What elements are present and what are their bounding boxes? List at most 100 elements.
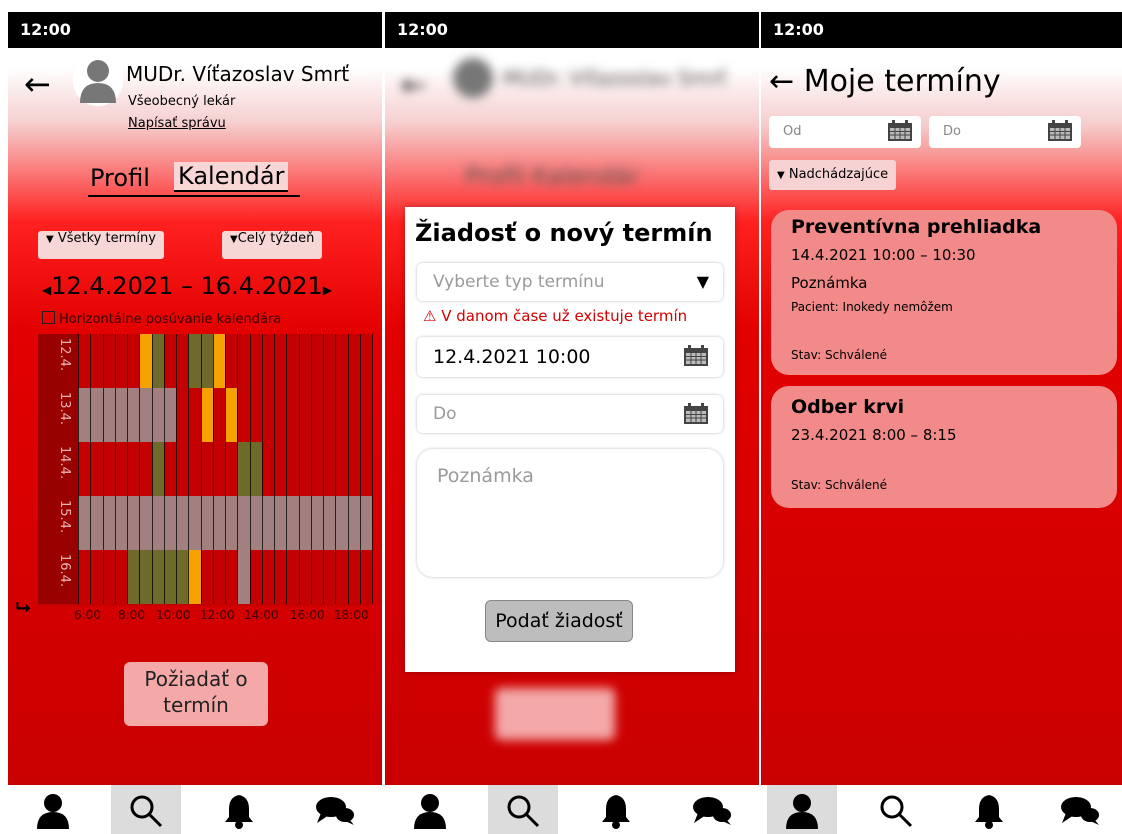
calendar-icon[interactable]	[683, 403, 709, 425]
calendar-slot[interactable]	[298, 550, 311, 604]
request-appointment-button[interactable]: Požiadať o termín	[124, 662, 268, 726]
calendar-slot[interactable]	[359, 442, 372, 496]
calendar-slot[interactable]	[347, 334, 360, 388]
calendar-slot[interactable]	[212, 334, 225, 388]
nav-search[interactable]	[111, 785, 181, 834]
back-arrow-icon[interactable]: ←	[24, 68, 51, 100]
calendar-slot[interactable]	[78, 334, 91, 388]
calendar-slot[interactable]	[347, 550, 360, 604]
submit-request-button[interactable]: Podať žiadosť	[485, 600, 633, 642]
calendar-slot[interactable]	[90, 442, 103, 496]
nav-notifications[interactable]	[204, 785, 274, 834]
calendar-slot[interactable]	[335, 496, 348, 550]
calendar-slot[interactable]	[200, 442, 213, 496]
calendar-slot[interactable]	[261, 334, 274, 388]
calendar-slot[interactable]	[200, 496, 213, 550]
tab-calendar[interactable]: Kalendár	[174, 162, 289, 192]
calendar-slot[interactable]	[90, 550, 103, 604]
calendar-slot[interactable]	[212, 442, 225, 496]
next-week-icon[interactable]: ▶	[323, 283, 332, 297]
nav-messages[interactable]	[298, 785, 368, 834]
nav-profile[interactable]	[395, 785, 465, 834]
calendar-slot[interactable]	[310, 442, 323, 496]
calendar-slot[interactable]	[323, 388, 336, 442]
calendar-slot[interactable]	[212, 550, 225, 604]
calendar-slot[interactable]	[286, 496, 299, 550]
calendar-slot[interactable]	[323, 442, 336, 496]
calendar-slot[interactable]	[114, 496, 127, 550]
calendar-slot[interactable]	[114, 550, 127, 604]
calendar-slot[interactable]	[151, 442, 164, 496]
upcoming-filter-dropdown[interactable]: ▼ Nadchádzajúce	[769, 160, 897, 190]
calendar-slot[interactable]	[200, 334, 213, 388]
calendar-slot[interactable]	[249, 442, 262, 496]
calendar-slot[interactable]	[102, 334, 115, 388]
calendar-slot[interactable]	[102, 388, 115, 442]
calendar-slot[interactable]	[188, 388, 201, 442]
calendar-slots[interactable]	[78, 334, 373, 604]
calendar-slot[interactable]	[127, 496, 140, 550]
calendar-slot[interactable]	[90, 334, 103, 388]
calendar-slot[interactable]	[286, 442, 299, 496]
nav-search[interactable]	[488, 785, 558, 834]
calendar-slot[interactable]	[347, 496, 360, 550]
calendar-slot[interactable]	[163, 442, 176, 496]
calendar-slot[interactable]	[237, 388, 250, 442]
calendar-slot[interactable]	[78, 550, 91, 604]
calendar-slot[interactable]	[78, 496, 91, 550]
calendar-icon[interactable]	[1047, 120, 1073, 142]
calendar-slot[interactable]	[151, 334, 164, 388]
calendar-slot[interactable]	[163, 496, 176, 550]
calendar-slot[interactable]	[78, 442, 91, 496]
calendar-slot[interactable]	[212, 388, 225, 442]
calendar-slot[interactable]	[237, 550, 250, 604]
calendar-slot[interactable]	[359, 496, 372, 550]
calendar-slot[interactable]	[237, 334, 250, 388]
calendar-slot[interactable]	[139, 496, 152, 550]
calendar-slot[interactable]	[310, 334, 323, 388]
calendar-slot[interactable]	[261, 442, 274, 496]
calendar-slot[interactable]	[298, 496, 311, 550]
calendar-slot[interactable]	[200, 550, 213, 604]
nav-messages[interactable]	[675, 785, 745, 834]
calendar-slot[interactable]	[188, 442, 201, 496]
tab-profile[interactable]: Profil	[90, 164, 150, 192]
calendar-grid[interactable]: 12.4. 13.4. 14.4. 15.4. 16.4.	[38, 334, 373, 606]
previous-week-icon[interactable]: ◀	[42, 283, 51, 297]
calendar-slot[interactable]	[139, 442, 152, 496]
calendar-slot[interactable]	[274, 496, 287, 550]
write-message-link[interactable]: Napísať správu	[128, 116, 226, 131]
calendar-slot[interactable]	[310, 550, 323, 604]
calendar-slot[interactable]	[200, 388, 213, 442]
calendar-slot[interactable]	[359, 388, 372, 442]
calendar-slot[interactable]	[90, 496, 103, 550]
calendar-slot[interactable]	[335, 388, 348, 442]
filter-terms-dropdown[interactable]: ▼ Všetky termíny	[38, 231, 164, 259]
calendar-slot[interactable]	[225, 550, 238, 604]
calendar-slot[interactable]	[274, 442, 287, 496]
calendar-slot[interactable]	[237, 442, 250, 496]
calendar-slot[interactable]	[249, 496, 262, 550]
calendar-slot[interactable]	[298, 388, 311, 442]
nav-profile[interactable]	[767, 785, 837, 834]
calendar-slot[interactable]	[139, 550, 152, 604]
calendar-slot[interactable]	[335, 442, 348, 496]
calendar-slot[interactable]	[347, 388, 360, 442]
calendar-slot[interactable]	[225, 334, 238, 388]
to-date-input[interactable]: Do	[929, 116, 1081, 148]
calendar-slot[interactable]	[261, 496, 274, 550]
calendar-slot[interactable]	[102, 442, 115, 496]
filter-range-dropdown[interactable]: ▼Celý týždeň	[222, 231, 323, 259]
calendar-slot[interactable]	[298, 334, 311, 388]
appointment-card[interactable]: Odber krvi 23.4.2021 8:00 – 8:15 Stav: S…	[771, 386, 1117, 508]
calendar-slot[interactable]	[323, 496, 336, 550]
calendar-slot[interactable]	[188, 550, 201, 604]
calendar-slot[interactable]	[78, 388, 91, 442]
from-datetime-field[interactable]: 12.4.2021 10:00	[417, 337, 723, 377]
calendar-slot[interactable]	[347, 442, 360, 496]
calendar-slot[interactable]	[286, 334, 299, 388]
calendar-slot[interactable]	[261, 388, 274, 442]
calendar-icon[interactable]	[887, 120, 913, 142]
calendar-slot[interactable]	[139, 334, 152, 388]
calendar-slot[interactable]	[127, 550, 140, 604]
